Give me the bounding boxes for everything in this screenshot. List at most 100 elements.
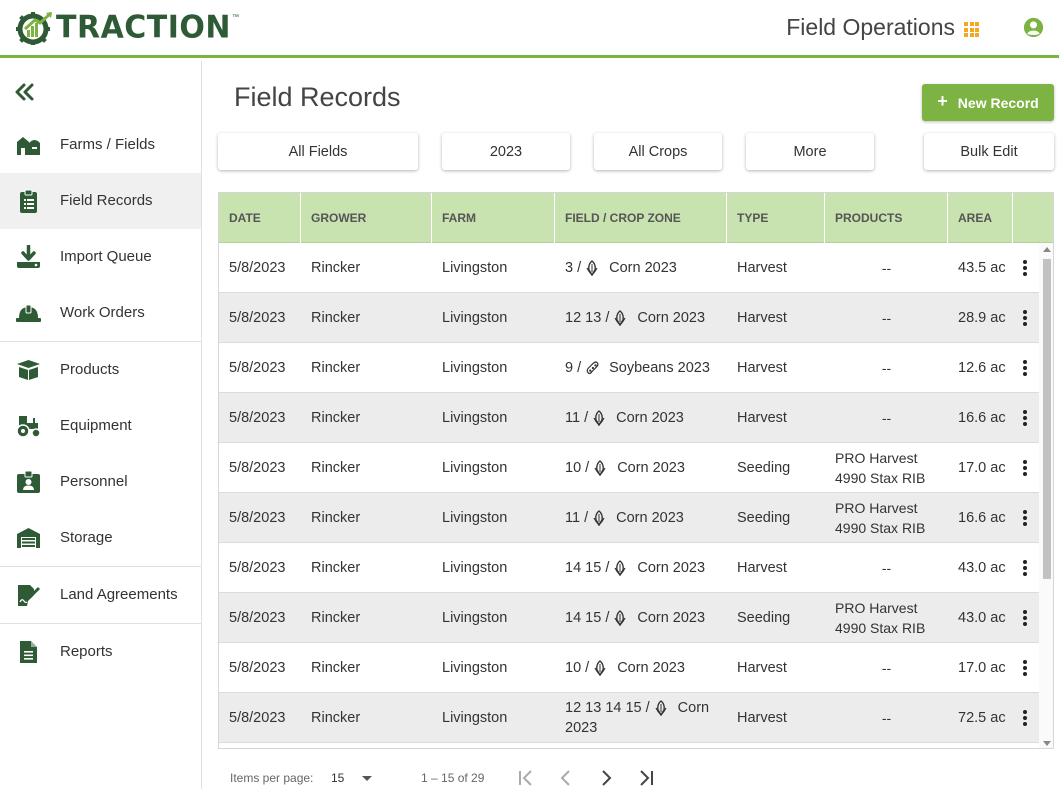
row-actions-kebab-icon[interactable] [1021,410,1029,428]
new-record-button[interactable]: + New Record [922,84,1054,121]
row-actions-kebab-icon[interactable] [1021,610,1029,628]
cell-grower: Rincker [311,560,361,576]
next-page-icon[interactable] [596,768,616,788]
cell-grower: Rincker [311,260,361,276]
corn-icon [593,410,605,426]
cell-area: 17.0 ac [958,460,1006,476]
sidebar-item-land-agreements[interactable]: Land Agreements [0,567,201,623]
cell-farm: Livingston [442,260,508,276]
apps-grid-icon[interactable] [964,22,979,37]
product-name: PRO Harvest [835,600,918,616]
row-actions-kebab-icon[interactable] [1021,260,1029,278]
column-header-area[interactable]: AREA [948,193,1013,243]
cell-field-crop-zone: 11 / Corn 2023 [555,393,727,443]
row-actions-kebab-icon[interactable] [1021,560,1029,578]
fields-filter-button[interactable]: All Fields [218,133,418,170]
product-name: PRO Harvest [835,450,918,466]
column-header-type[interactable]: TYPE [727,193,825,243]
cell-products: PRO Harvest 4990 Stax RIB [825,593,948,643]
cell-products: -- [825,293,948,343]
product-name: PRO Harvest [835,500,918,516]
cell-products: -- [825,693,948,743]
table-row[interactable]: 5/8/2023 Rincker Livingston 10 / Corn 2023 Ha… [219,643,1039,693]
field-name: 14 15 / [565,560,610,576]
cell-field-crop-zone: 9 / Soybeans 2023 [555,343,727,393]
row-actions-kebab-icon[interactable] [1021,360,1029,378]
field-name: 14 15 / [565,610,610,626]
sidebar-item-label: Reports [60,643,113,660]
logo-gear-icon [16,11,53,45]
year-filter-button[interactable]: 2023 [442,133,570,170]
user-account-icon[interactable] [1023,17,1044,38]
table-row[interactable]: 5/8/2023 Rincker Livingston 3 / Corn 2023 Har… [219,243,1039,293]
previous-page-icon[interactable] [556,768,576,788]
column-header-products[interactable]: PRODUCTS [825,193,948,243]
app-header: TRACTION ™ Field Operations [0,0,1059,58]
row-actions-kebab-icon[interactable] [1021,510,1029,528]
table-row[interactable]: 5/8/2023 Rincker Livingston 9 / Soybeans 202… [219,343,1039,393]
scroll-thumb[interactable] [1043,259,1051,579]
corn-icon [614,560,626,576]
logo-wordmark: TRACTION [56,9,232,46]
column-header-date[interactable]: DATE [219,193,301,243]
sidebar-item-storage[interactable]: Storage [0,510,201,566]
cell-date: 5/8/2023 [229,660,286,676]
cell-farm: Livingston [442,410,508,426]
crop-name: Corn 2023 [617,460,685,476]
table-row[interactable]: 5/8/2023 Rincker Livingston 12 13 / Corn 202… [219,293,1039,343]
sidebar-item-label: Import Queue [60,248,152,265]
collapse-sidebar-icon[interactable] [14,81,36,103]
table-row[interactable]: 5/8/2023 Rincker Livingston 14 15 / Corn 202… [219,543,1039,593]
more-filters-button[interactable]: More [746,133,874,170]
row-actions-kebab-icon[interactable] [1021,660,1029,678]
cell-area: 43.5 ac [958,260,1006,276]
traction-logo[interactable]: TRACTION ™ [16,9,239,46]
warehouse-icon [17,528,40,548]
cell-grower: Rincker [311,660,361,676]
sidebar-item-label: Farms / Fields [60,136,156,153]
corn-icon [614,310,626,326]
sidebar-item-work-orders[interactable]: Work Orders [0,285,201,341]
scroll-up-arrow-icon[interactable] [1043,247,1051,252]
column-header-grower[interactable]: GROWER [301,193,432,243]
column-header-actions [1013,193,1053,243]
cell-grower: Rincker [311,510,361,526]
sidebar-item-import-queue[interactable]: Import Queue [0,229,201,285]
crops-filter-button[interactable]: All Crops [594,133,722,170]
sidebar-item-field-records[interactable]: Field Records [0,173,201,229]
scroll-down-arrow-icon[interactable] [1043,741,1051,746]
table-row[interactable]: 5/8/2023 Rincker Livingston 12 13 14 15 / Co… [219,693,1039,743]
sidebar-item-personnel[interactable]: Personnel [0,454,201,510]
bulk-edit-button[interactable]: Bulk Edit [924,133,1054,170]
sidebar-item-equipment[interactable]: Equipment [0,398,201,454]
sidebar-item-label: Storage [60,529,113,546]
row-actions-kebab-icon[interactable] [1021,310,1029,328]
sidebar-item-farms-fields[interactable]: Farms / Fields [0,117,201,173]
cell-products: -- [825,243,948,293]
table-header: DATE GROWER FARM FIELD / CROP ZONE TYPE … [219,193,1053,243]
table-row[interactable]: 5/8/2023 Rincker Livingston 14 15 / Corn 202… [219,593,1039,643]
chevron-down-icon[interactable] [362,776,372,781]
column-header-farm[interactable]: FARM [432,193,555,243]
crop-name: Corn 2023 [616,410,684,426]
corn-icon [586,260,598,276]
sidebar-item-reports[interactable]: Reports [0,624,201,680]
document-icon [20,641,37,663]
first-page-icon[interactable] [516,768,536,788]
cell-date: 5/8/2023 [229,510,286,526]
cell-farm: Livingston [442,460,508,476]
last-page-icon[interactable] [636,768,656,788]
cell-area: 28.9 ac [958,310,1006,326]
sidebar-item-products[interactable]: Products [0,342,201,398]
cell-farm: Livingston [442,310,508,326]
table-row[interactable]: 5/8/2023 Rincker Livingston 10 / Corn 2023 Se… [219,443,1039,493]
signature-icon [18,585,40,606]
table-row[interactable]: 5/8/2023 Rincker Livingston 11 / Corn 2023 Se… [219,493,1039,543]
cell-farm: Livingston [442,510,508,526]
field-name: 9 / [565,360,582,376]
row-actions-kebab-icon[interactable] [1021,710,1029,728]
row-actions-kebab-icon[interactable] [1021,460,1029,478]
table-row[interactable]: 5/8/2023 Rincker Livingston 11 / Corn 2023 Ha… [219,393,1039,443]
table-scrollbar[interactable] [1039,243,1053,748]
column-header-field-crop-zone[interactable]: FIELD / CROP ZONE [555,193,727,243]
